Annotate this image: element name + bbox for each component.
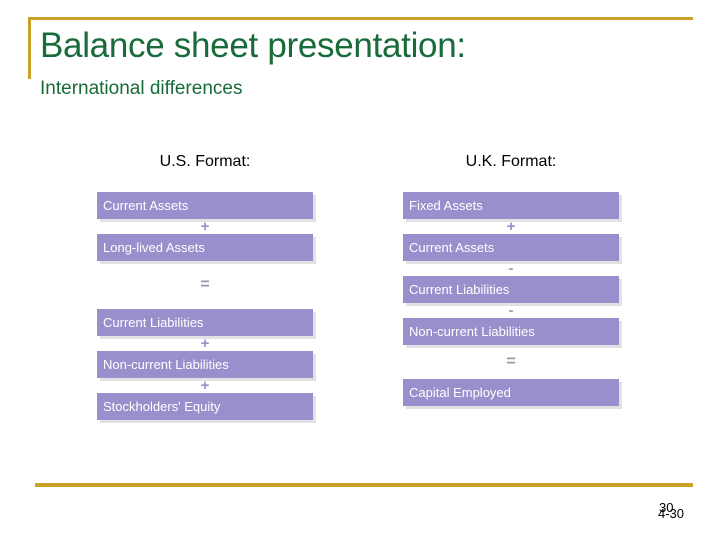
bottom-rule bbox=[35, 483, 693, 487]
balance-operator: = bbox=[200, 276, 210, 293]
balance-bar-label: Non-current Liabilities bbox=[409, 323, 535, 339]
balance-bar: Non-current Liabilities bbox=[403, 318, 619, 345]
column-heading-uk: U.K. Format: bbox=[465, 153, 557, 170]
column-rows-uk: Fixed Assets + Current Assets - Current Liab… bbox=[403, 192, 619, 406]
balance-operator: = bbox=[506, 353, 516, 370]
balance-bar-label: Current Assets bbox=[103, 197, 189, 213]
balance-bar: Current Assets bbox=[403, 234, 619, 261]
balance-bar-label: Current Liabilities bbox=[409, 281, 510, 297]
column-us-format: U.S. Format: Current Assets + Long-lived A… bbox=[97, 152, 313, 420]
balance-operator: - bbox=[508, 302, 514, 319]
balance-operator: + bbox=[506, 218, 516, 235]
balance-bar-label: Capital Employed bbox=[409, 384, 511, 400]
balance-bar: Current Liabilities bbox=[403, 276, 619, 303]
balance-bar: Non-current Liabilities bbox=[97, 351, 313, 378]
column-heading-us: U.S. Format: bbox=[159, 153, 251, 170]
column-uk-format: U.K. Format: Fixed Assets + Current Assets… bbox=[403, 152, 619, 406]
balance-bar-label: Current Liabilities bbox=[103, 314, 204, 330]
title-rule-top bbox=[28, 17, 693, 20]
title-block: Balance sheet presentation: Internationa… bbox=[40, 24, 690, 102]
balance-bar-label: Long-lived Assets bbox=[103, 239, 205, 255]
balance-bar-label: Non-current Liabilities bbox=[103, 356, 229, 372]
page-number-area: 30 4-30 bbox=[648, 500, 712, 530]
page-title: Balance sheet presentation: bbox=[40, 26, 466, 65]
page-subtitle: International differences bbox=[40, 78, 243, 99]
balance-bar: Long-lived Assets bbox=[97, 234, 313, 261]
balance-operator: - bbox=[508, 260, 514, 277]
balance-operator: + bbox=[200, 218, 210, 235]
balance-bar-label: Stockholders' Equity bbox=[103, 398, 221, 414]
balance-bar: Capital Employed bbox=[403, 379, 619, 406]
balance-bar: Stockholders' Equity bbox=[97, 393, 313, 420]
balance-bar: Fixed Assets bbox=[403, 192, 619, 219]
column-rows-us: Current Assets + Long-lived Assets = Current… bbox=[97, 192, 313, 420]
balance-operator: + bbox=[200, 335, 210, 352]
balance-bar: Current Liabilities bbox=[97, 309, 313, 336]
balance-bar-label: Current Assets bbox=[409, 239, 495, 255]
balance-bar: Current Assets bbox=[97, 192, 313, 219]
title-rule-left bbox=[28, 17, 31, 79]
balance-operator: + bbox=[200, 377, 210, 394]
balance-bar-label: Fixed Assets bbox=[409, 197, 483, 213]
page-number-secondary: 4-30 bbox=[658, 506, 685, 521]
